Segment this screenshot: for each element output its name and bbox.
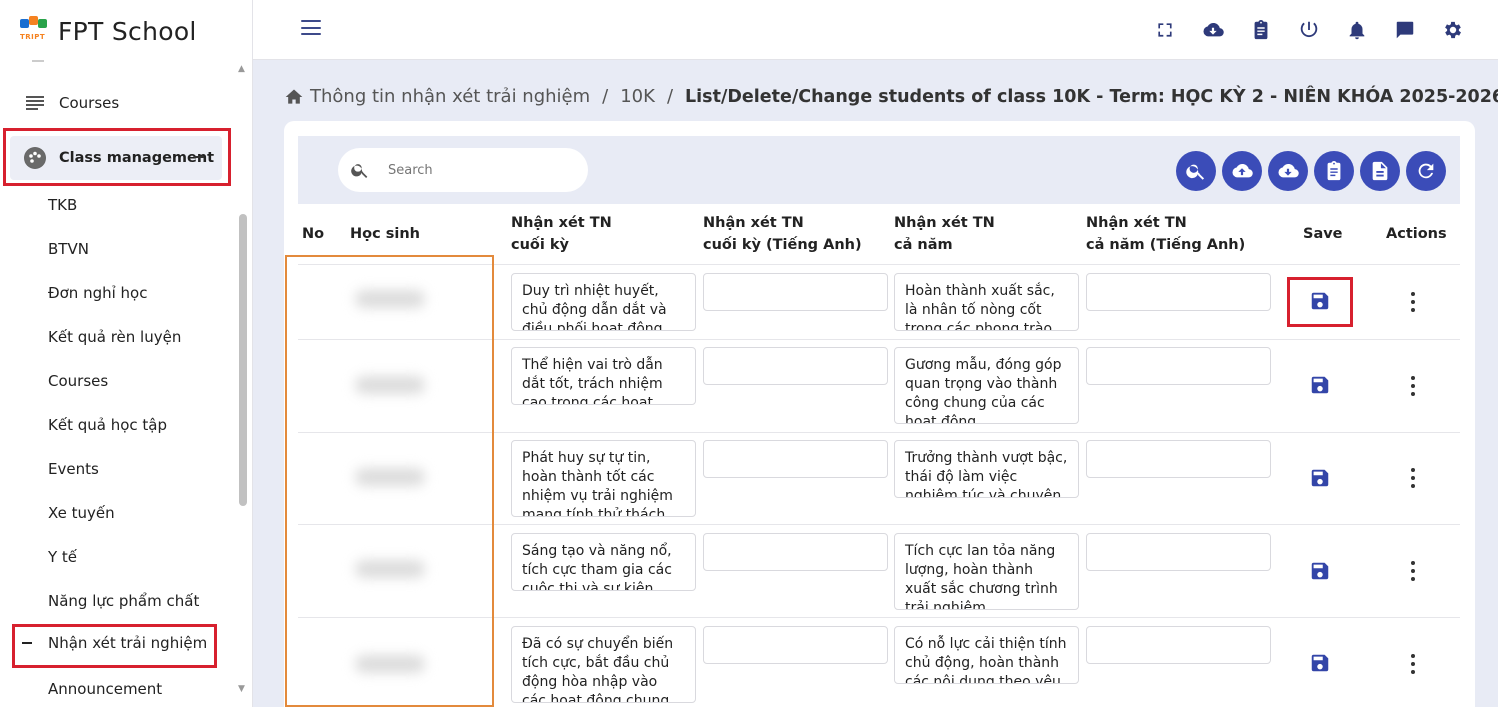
save-icon[interactable] [1309, 374, 1331, 396]
save-icon[interactable] [1309, 467, 1331, 489]
sidebar-sub-leave[interactable]: Đơn nghỉ học [48, 284, 147, 302]
col-header-year-comment-en: Nhận xét TN cả năm (Tiếng Anh) [1086, 215, 1246, 253]
power-icon[interactable] [1294, 15, 1324, 45]
year-comment-en-field[interactable] [1086, 533, 1271, 571]
year-comment-en-field[interactable] [1086, 273, 1271, 311]
scroll-down-icon[interactable]: ▼ [238, 684, 245, 694]
more-actions-icon[interactable] [1410, 292, 1416, 312]
brand-title: FPT School [58, 16, 197, 46]
menu-icon[interactable] [301, 20, 321, 40]
search-icon [350, 160, 370, 180]
sidebar-sub-health[interactable]: Y tế [48, 548, 77, 566]
breadcrumb-separator: / [602, 86, 609, 107]
chat-icon[interactable] [1390, 15, 1420, 45]
search-input[interactable] [388, 162, 558, 178]
brand[interactable]: TRIPT FPT School [18, 14, 197, 48]
cloud-download-icon[interactable] [1198, 15, 1228, 45]
fullscreen-icon[interactable] [1150, 15, 1180, 45]
highlight-save-button [1287, 277, 1353, 327]
sidebar-sub-tkb[interactable]: TKB [48, 196, 77, 214]
breadcrumb-link-class[interactable]: 10K [620, 86, 655, 107]
more-actions-icon[interactable] [1410, 654, 1416, 674]
search-box[interactable] [338, 148, 588, 192]
col-header-year-comment: Nhận xét TN cả năm [894, 215, 995, 253]
gear-icon[interactable] [1438, 15, 1468, 45]
year-comment-field[interactable]: Gương mẫu, đóng góp quan trọng vào thành… [894, 347, 1079, 424]
sidebar-scrollbar-thumb[interactable] [239, 214, 247, 506]
term-comment-en-field[interactable] [703, 347, 888, 385]
breadcrumb-current: List/Delete/Change students of class 10K… [685, 86, 1498, 107]
sidebar-sub-conduct[interactable]: Kết quả rèn luyện [48, 328, 181, 346]
more-actions-icon[interactable] [1410, 468, 1416, 488]
col-header-actions: Actions [1386, 226, 1447, 242]
sidebar: TRIPT FPT School Courses Class managemen… [0, 0, 253, 707]
sidebar-sub-bus[interactable]: Xe tuyến [48, 504, 115, 522]
more-actions-icon[interactable] [1410, 376, 1416, 396]
clipboard-icon[interactable] [1246, 15, 1276, 45]
document-button[interactable] [1360, 151, 1400, 191]
highlight-class-management [3, 128, 231, 186]
student-column-highlight [285, 255, 494, 707]
refresh-button[interactable] [1406, 151, 1446, 191]
year-comment-en-field[interactable] [1086, 347, 1271, 385]
sidebar-item-courses[interactable]: Courses [24, 92, 119, 114]
clipboard-button[interactable] [1314, 151, 1354, 191]
home-icon[interactable] [284, 87, 304, 107]
col-header-term-comment: Nhận xét TN cuối kỳ [511, 215, 612, 253]
col-header-save: Save [1303, 226, 1343, 242]
term-comment-field[interactable]: Đã có sự chuyển biến tích cực, bắt đầu c… [511, 626, 696, 703]
sidebar-item-label: Courses [59, 94, 120, 112]
sidebar-sub-results[interactable]: Kết quả học tập [48, 416, 167, 434]
list-icon [24, 92, 46, 114]
sidebar-sub-announcement[interactable]: Announcement [48, 680, 162, 698]
term-comment-en-field[interactable] [703, 273, 888, 311]
cloud-upload-button[interactable] [1222, 151, 1262, 191]
scroll-up-icon[interactable]: ▲ [238, 64, 245, 74]
year-comment-field[interactable]: Hoàn thành xuất sắc, là nhân tố nòng cốt… [894, 273, 1079, 331]
col-header-student: Học sinh [350, 226, 420, 242]
year-comment-en-field[interactable] [1086, 440, 1271, 478]
breadcrumb-separator: / [666, 86, 674, 107]
term-comment-field[interactable]: Sáng tạo và năng nổ, tích cực tham gia c… [511, 533, 696, 591]
term-comment-field[interactable]: Phát huy sự tự tin, hoàn thành tốt các n… [511, 440, 696, 517]
col-header-no: No [302, 226, 325, 242]
top-header [253, 0, 1498, 60]
sidebar-sub-courses[interactable]: Courses [48, 372, 108, 390]
sidebar-sub-btvn[interactable]: BTVN [48, 240, 89, 258]
breadcrumb: Thông tin nhận xét trải nghiệm / 10K / L… [284, 86, 1498, 107]
breadcrumb-link-experience[interactable]: Thông tin nhận xét trải nghiệm [310, 86, 590, 107]
col-header-term-comment-en: Nhận xét TN cuối kỳ (Tiếng Anh) [703, 215, 862, 253]
year-comment-field[interactable]: Có nỗ lực cải thiện tính chủ động, hoàn … [894, 626, 1079, 684]
save-icon[interactable] [1309, 560, 1331, 582]
term-comment-en-field[interactable] [703, 626, 888, 664]
term-comment-field[interactable]: Duy trì nhiệt huyết, chủ động dẫn dắt và… [511, 273, 696, 331]
term-comment-en-field[interactable] [703, 440, 888, 478]
cloud-download-button[interactable] [1268, 151, 1308, 191]
sidebar-sub-events[interactable]: Events [48, 460, 99, 478]
highlight-experience-comments [12, 624, 217, 668]
term-comment-en-field[interactable] [703, 533, 888, 571]
fpt-logo-icon: TRIPT [18, 16, 48, 46]
term-comment-field[interactable]: Thể hiện vai trò dẫn dắt tốt, trách nhiệ… [511, 347, 696, 405]
year-comment-field[interactable]: Trưởng thành vượt bậc, thái độ làm việc … [894, 440, 1079, 498]
sidebar-divider [32, 60, 44, 62]
search-button[interactable] [1176, 151, 1216, 191]
year-comment-en-field[interactable] [1086, 626, 1271, 664]
save-icon[interactable] [1309, 652, 1331, 674]
bell-icon[interactable] [1342, 15, 1372, 45]
sidebar-sub-competency[interactable]: Năng lực phẩm chất [48, 592, 199, 610]
more-actions-icon[interactable] [1410, 561, 1416, 581]
year-comment-field[interactable]: Tích cực lan tỏa năng lượng, hoàn thành … [894, 533, 1079, 610]
